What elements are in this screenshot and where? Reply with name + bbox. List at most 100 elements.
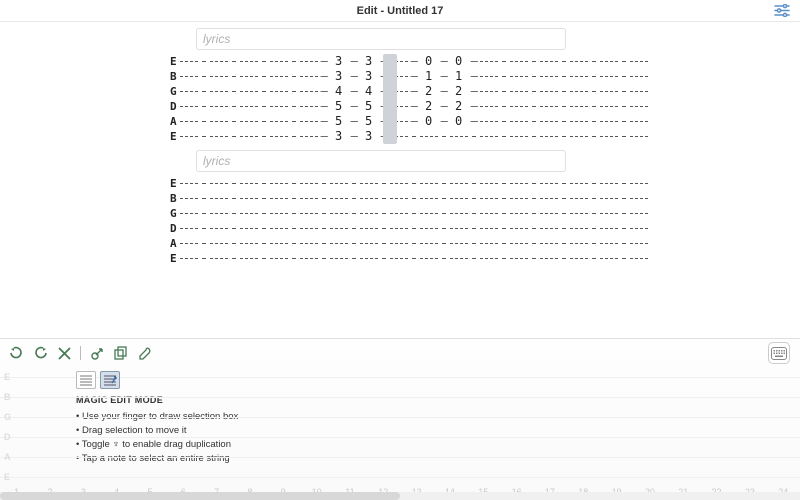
tab-cell[interactable] — [297, 54, 321, 69]
scrollbar[interactable] — [0, 492, 800, 500]
tab-cell[interactable] — [537, 99, 561, 114]
tab-cell[interactable] — [507, 114, 531, 129]
tab-cell[interactable] — [597, 84, 621, 99]
tab-cell[interactable]: 3 — [357, 129, 381, 144]
tab-cell[interactable] — [627, 84, 651, 99]
tab-cell[interactable] — [417, 129, 441, 144]
tab-cell[interactable] — [207, 176, 231, 191]
string-row[interactable]: D — [170, 221, 630, 236]
tab-cell[interactable] — [597, 221, 621, 236]
tab-cell[interactable] — [417, 236, 441, 251]
tab-cell[interactable] — [177, 54, 201, 69]
tab-cell[interactable]: 3 — [327, 129, 351, 144]
tab-cell[interactable] — [297, 221, 321, 236]
tab-cell[interactable] — [537, 251, 561, 266]
tab-cell[interactable] — [207, 114, 231, 129]
tab-cell[interactable] — [507, 251, 531, 266]
tab-cell[interactable] — [327, 251, 351, 266]
tab-cell[interactable] — [507, 69, 531, 84]
tab-cell[interactable] — [477, 251, 501, 266]
tab-cell[interactable]: 1 — [447, 69, 471, 84]
tab-cell[interactable] — [477, 84, 501, 99]
tab-cell[interactable] — [207, 84, 231, 99]
copy-icon[interactable] — [113, 345, 129, 361]
tab-cell[interactable] — [597, 191, 621, 206]
tab-cell[interactable] — [177, 191, 201, 206]
tab-cell[interactable] — [537, 236, 561, 251]
tab-cell[interactable] — [327, 191, 351, 206]
tab-cell[interactable] — [357, 206, 381, 221]
tab-cell[interactable]: 3 — [327, 54, 351, 69]
tab-cell[interactable] — [477, 114, 501, 129]
tab-cell[interactable]: 2 — [447, 99, 471, 114]
tab-cell[interactable]: 5 — [357, 99, 381, 114]
tab-cell[interactable]: 2 — [417, 99, 441, 114]
tab-cell[interactable] — [237, 84, 261, 99]
tab-cell[interactable] — [507, 84, 531, 99]
tab-cell[interactable] — [267, 236, 291, 251]
tab-cell[interactable] — [267, 54, 291, 69]
tab-cell[interactable] — [507, 221, 531, 236]
tab-cell[interactable] — [597, 69, 621, 84]
tab-cell[interactable] — [357, 221, 381, 236]
tab-cell[interactable]: 3 — [357, 69, 381, 84]
tab-cell[interactable] — [237, 69, 261, 84]
tab-cell[interactable] — [267, 129, 291, 144]
string-row[interactable]: E — [170, 251, 630, 266]
magic-mode-button[interactable] — [100, 371, 120, 389]
duplicate-icon[interactable] — [89, 345, 105, 361]
tab-cell[interactable] — [477, 221, 501, 236]
tab-cell[interactable] — [387, 236, 411, 251]
string-row[interactable]: A—5—5——0—0— — [170, 114, 630, 129]
tab-cell[interactable] — [237, 99, 261, 114]
tab-cell[interactable]: 5 — [327, 114, 351, 129]
tab-cell[interactable] — [597, 54, 621, 69]
tab-cell[interactable] — [447, 236, 471, 251]
tab-cell[interactable] — [237, 191, 261, 206]
tab-cell[interactable] — [177, 69, 201, 84]
tab-cell[interactable] — [537, 221, 561, 236]
tab-cell[interactable]: 5 — [357, 114, 381, 129]
tab-cell[interactable] — [537, 191, 561, 206]
tab-cell[interactable] — [597, 251, 621, 266]
tab-cell[interactable] — [477, 99, 501, 114]
grid-mode-button[interactable] — [76, 371, 96, 389]
tab-cell[interactable] — [237, 176, 261, 191]
tab-cell[interactable] — [237, 114, 261, 129]
tab-grid[interactable]: E—3—3——0—0—B—3—3——1—1—G—4—4——2—2—D—5—5——… — [170, 54, 630, 144]
tab-cell[interactable] — [417, 251, 441, 266]
string-row[interactable]: D—5—5——2—2— — [170, 99, 630, 114]
tab-cell[interactable] — [447, 251, 471, 266]
tab-cell[interactable] — [627, 236, 651, 251]
tab-cell[interactable] — [237, 251, 261, 266]
tab-cell[interactable] — [237, 221, 261, 236]
tab-cell[interactable] — [567, 236, 591, 251]
tab-cell[interactable] — [567, 84, 591, 99]
tab-cell[interactable] — [297, 206, 321, 221]
tab-cell[interactable] — [387, 221, 411, 236]
tab-cell[interactable] — [177, 236, 201, 251]
tab-cell[interactable] — [297, 129, 321, 144]
tab-cell[interactable] — [267, 114, 291, 129]
tab-cell[interactable]: 1 — [417, 69, 441, 84]
tab-cell[interactable]: 0 — [417, 114, 441, 129]
tab-cell[interactable] — [477, 191, 501, 206]
tab-cell[interactable] — [477, 206, 501, 221]
tab-cell[interactable] — [537, 114, 561, 129]
tab-cell[interactable] — [567, 221, 591, 236]
tab-cell[interactable] — [597, 114, 621, 129]
tab-cell[interactable] — [507, 54, 531, 69]
tab-cell[interactable] — [477, 129, 501, 144]
tab-cell[interactable] — [207, 129, 231, 144]
tab-cell[interactable] — [237, 54, 261, 69]
tab-cell[interactable] — [387, 176, 411, 191]
tab-cell[interactable] — [447, 221, 471, 236]
tab-cell[interactable]: 0 — [447, 54, 471, 69]
tab-cell[interactable] — [567, 99, 591, 114]
tab-cell[interactable] — [477, 69, 501, 84]
tab-cell[interactable] — [297, 69, 321, 84]
close-icon[interactable] — [56, 345, 72, 361]
tab-cell[interactable] — [537, 206, 561, 221]
tab-cell[interactable] — [387, 206, 411, 221]
tab-cell[interactable] — [567, 206, 591, 221]
